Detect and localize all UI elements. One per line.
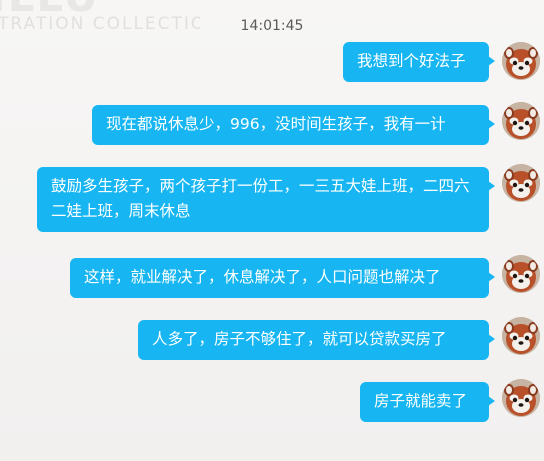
chat-window: ILLU TRATION COLLECTION 14:01:45 我想到个好法子… <box>0 0 544 461</box>
message-text: 我想到个好法子 <box>357 52 466 70</box>
message-text: 鼓励多生孩子，两个孩子打一份工，一三五大娃上班，二四六二娃上班，周末休息 <box>51 177 470 220</box>
message-text: 人多了，房子不够住了，就可以贷款买房了 <box>152 330 447 348</box>
red-panda-avatar-icon[interactable] <box>502 102 540 140</box>
message-text: 这样，就业解决了，休息解决了，人口问题也解决了 <box>84 268 441 286</box>
message-timestamp: 14:01:45 <box>240 18 304 34</box>
red-panda-avatar-icon[interactable] <box>502 164 540 202</box>
message-text: 房子就能卖了 <box>374 392 468 410</box>
message-text: 现在都说休息少，996，没时间生孩子，我有一计 <box>106 115 446 133</box>
red-panda-avatar-icon[interactable] <box>502 42 540 80</box>
message-bubble[interactable]: 人多了，房子不够住了，就可以贷款买房了 <box>138 320 495 360</box>
message-bubble[interactable]: 我想到个好法子 <box>343 42 495 82</box>
message-bubble[interactable]: 鼓励多生孩子，两个孩子打一份工，一三五大娃上班，二四六二娃上班，周末休息 <box>37 167 495 232</box>
red-panda-avatar-icon[interactable] <box>502 379 540 417</box>
message-bubble[interactable]: 现在都说休息少，996，没时间生孩子，我有一计 <box>92 105 495 145</box>
red-panda-avatar-icon[interactable] <box>502 255 540 293</box>
message-bubble[interactable]: 这样，就业解决了，休息解决了，人口问题也解决了 <box>70 258 495 298</box>
red-panda-avatar-icon[interactable] <box>502 317 540 355</box>
message-bubble[interactable]: 房子就能卖了 <box>360 382 495 422</box>
